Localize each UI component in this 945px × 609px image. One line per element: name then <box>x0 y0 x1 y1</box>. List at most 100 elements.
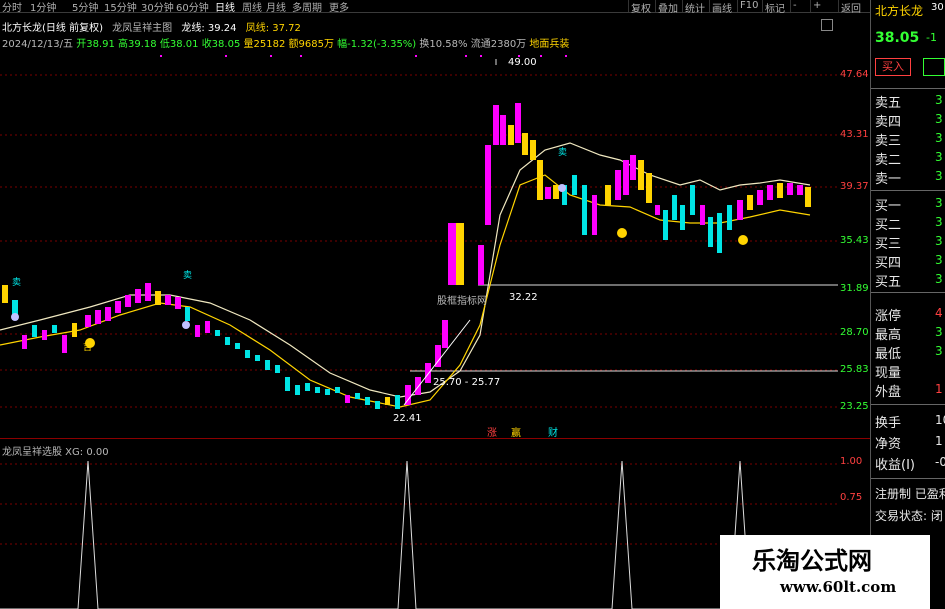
buy-button[interactable]: 买入 <box>875 58 911 76</box>
stat-outer: 外盘 <box>875 385 902 400</box>
panel-divider <box>871 404 945 405</box>
stat-low-val: 3 <box>935 344 943 358</box>
tab-60min[interactable]: 60分钟 <box>176 0 209 14</box>
sub-tick-2: 0.75 <box>840 492 863 503</box>
ask-2-val: 3 <box>935 150 943 164</box>
sell-label-1: 卖 <box>12 278 22 288</box>
marker-ying: 赢 <box>511 428 521 439</box>
sub-tick-1: 1.00 <box>840 456 863 467</box>
watermark-title: 乐淘公式网 <box>752 546 872 575</box>
price-chart[interactable] <box>0 45 838 440</box>
stat-turnover-val: 10. <box>935 413 945 427</box>
chart-header: 北方长龙(日线 前复权) 龙凤呈祥主图 龙线: 39.24 凤线: 37.72 <box>2 19 301 34</box>
tab-daily[interactable]: 日线 <box>215 0 235 14</box>
stats-button[interactable]: 统计 <box>682 0 705 15</box>
tab-monthly[interactable]: 月线 <box>266 0 286 14</box>
bid-1: 买一 <box>875 199 902 214</box>
sub-chart-divider <box>0 438 870 439</box>
feng-line <box>0 174 811 408</box>
bid-2-val: 3 <box>935 215 943 229</box>
signal-dots <box>160 55 567 57</box>
stat-eps-val: -0. <box>935 455 945 469</box>
mark-button[interactable]: 标记 <box>762 0 785 15</box>
quote-panel: 北方长龙 30 38.05 -1 买入 卖五 卖四 卖三 卖二 卖一 3 3 3… <box>870 0 945 609</box>
stat-net-assets: 净资 <box>875 437 902 452</box>
y-tick-6: 28.70 <box>840 327 869 338</box>
tab-1min[interactable]: 1分钟 <box>30 0 56 14</box>
restore-right-button[interactable]: 复权 <box>628 0 651 15</box>
stat-eps: 收益(I) <box>875 458 915 473</box>
candles <box>2 103 811 409</box>
registration-status: 注册制 已盈利 <box>875 487 945 501</box>
f10-button[interactable]: F10 <box>737 0 758 12</box>
y-tick-4: 35.43 <box>840 235 869 246</box>
tab-more[interactable]: 更多 <box>329 0 349 14</box>
stat-turnover: 换手 <box>875 416 902 431</box>
xg-signal-chart <box>0 460 838 609</box>
indicator-name[interactable]: 龙凤呈祥主图 <box>112 23 172 34</box>
tab-weekly[interactable]: 周线 <box>242 0 262 14</box>
stat-outer-val: 1 <box>935 382 943 396</box>
stat-limit-up: 涨停 <box>875 309 902 324</box>
buy-label: 吉 <box>83 343 93 353</box>
stat-net-assets-val: 1 <box>935 434 943 448</box>
overlay-button[interactable]: 叠加 <box>655 0 678 15</box>
ask-3-val: 3 <box>935 131 943 145</box>
sell-button[interactable] <box>923 58 945 76</box>
y-tick-8: 23.25 <box>840 401 869 412</box>
bid-5-val: 3 <box>935 272 943 286</box>
tab-multi[interactable]: 多周期 <box>292 0 322 14</box>
panel-stock-name: 北方长龙 <box>875 4 924 18</box>
panel-divider <box>871 88 945 89</box>
annotation-box: 股框指标网 <box>437 296 487 307</box>
ask-1: 卖一 <box>875 172 902 187</box>
ask-5: 卖五 <box>875 96 902 111</box>
panel-price: 38.05 <box>875 30 920 46</box>
long-line <box>0 142 811 398</box>
sell-label-3: 卖 <box>558 148 568 158</box>
close-chart-icon[interactable] <box>821 19 833 31</box>
y-tick-2: 43.31 <box>840 129 869 140</box>
bid-1-val: 3 <box>935 196 943 210</box>
ask-5-val: 3 <box>935 93 943 107</box>
bid-2: 买二 <box>875 218 902 233</box>
ask-1-val: 3 <box>935 169 943 183</box>
draw-button[interactable]: 画线 <box>709 0 732 15</box>
panel-divider <box>871 478 945 479</box>
tab-fenshi[interactable]: 分时 <box>2 0 22 14</box>
y-tick-7: 25.83 <box>840 364 869 375</box>
buy-sell-markers <box>11 184 748 348</box>
annotation-low: 22.41 <box>393 413 422 424</box>
panel-divider <box>871 190 945 191</box>
bid-4-val: 3 <box>935 253 943 267</box>
tab-15min[interactable]: 15分钟 <box>104 0 137 14</box>
zoom-in-button[interactable]: + <box>810 0 821 12</box>
stat-limit-up-val: 4 <box>935 306 943 320</box>
stat-volume: 现量 <box>875 366 902 381</box>
watermark-box: 乐淘公式网 www.60lt.com <box>720 535 930 609</box>
stat-high: 最高 <box>875 328 902 343</box>
watermark-url: www.60lt.com <box>780 578 897 596</box>
period-toolbar: 分时 1分钟 5分钟 15分钟 30分钟 60分钟 日线 周线 月线 多周期 更… <box>0 0 870 15</box>
y-tick-3: 39.37 <box>840 181 869 192</box>
sell-label-2: 卖 <box>183 271 193 281</box>
tab-30min[interactable]: 30分钟 <box>141 0 174 14</box>
ask-2: 卖二 <box>875 153 902 168</box>
ask-3: 卖三 <box>875 134 902 149</box>
marker-cai: 财 <box>548 428 558 439</box>
annotation-high: 49.00 <box>508 57 537 68</box>
stock-title: 北方长龙(日线 前复权) <box>2 23 103 34</box>
panel-stock-code: 30 <box>931 2 944 13</box>
bid-4: 买四 <box>875 256 902 271</box>
stat-low: 最低 <box>875 347 902 362</box>
ask-4: 卖四 <box>875 115 902 130</box>
panel-change: -1 <box>926 31 937 44</box>
zoom-out-button[interactable]: - <box>790 0 797 12</box>
ask-4-val: 3 <box>935 112 943 126</box>
y-tick-1: 47.64 <box>840 69 869 80</box>
tab-5min[interactable]: 5分钟 <box>72 0 98 14</box>
marker-zhang: 涨 <box>487 428 497 439</box>
back-button[interactable]: 返回 <box>838 0 861 15</box>
y-tick-5: 31.89 <box>840 283 869 294</box>
bid-5: 买五 <box>875 275 902 290</box>
